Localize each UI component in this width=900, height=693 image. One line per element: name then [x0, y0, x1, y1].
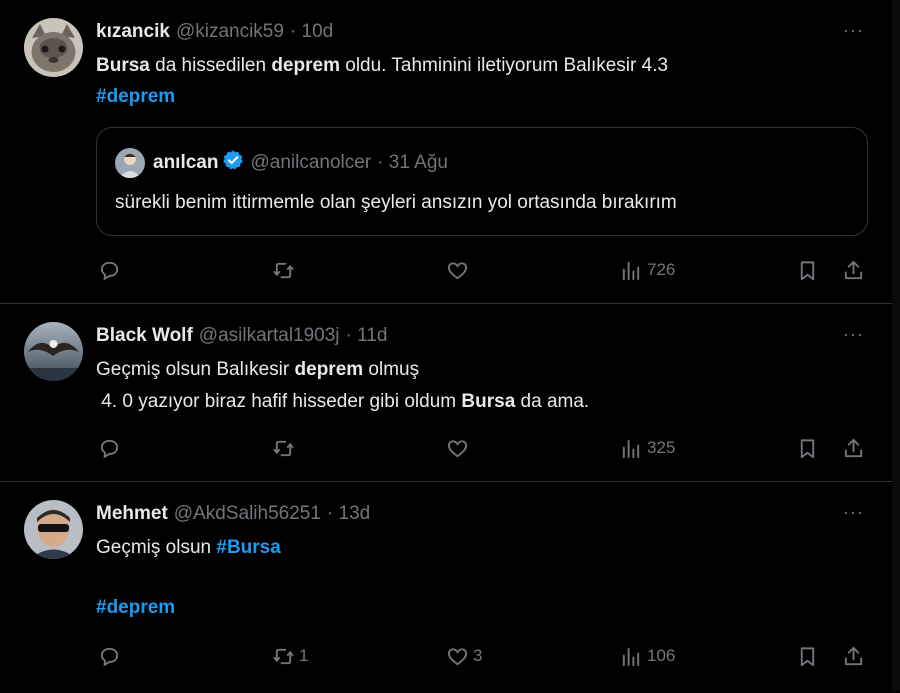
tweet-hashtag-line: #deprem — [96, 592, 175, 623]
reply-button[interactable] — [98, 255, 125, 285]
tweet-text-line-1: Geçmiş olsun #Bursa — [96, 532, 281, 563]
tweet[interactable]: Black Wolf @asilkartal1903j · 11d ··· Ge… — [0, 304, 892, 482]
hashtag-link[interactable]: #Bursa — [216, 537, 280, 558]
person-avatar-image — [115, 148, 145, 178]
hashtag-link[interactable]: #deprem — [96, 86, 175, 107]
keyword-bursa: Bursa — [461, 391, 516, 412]
keyword-deprem: deprem — [294, 359, 364, 380]
tweet-feed: kızancik @kizancik59 · 10d ··· Bursa da … — [0, 0, 892, 691]
person-avatar-image — [24, 500, 83, 559]
tweet-text-line-1: Geçmiş olsun Balıkesir deprem olmuş — [96, 354, 419, 385]
user-handle[interactable]: @AkdSalih56251 — [174, 503, 321, 525]
quoted-display-name[interactable]: anılcan — [153, 152, 218, 174]
timestamp[interactable]: · 13d — [327, 503, 370, 525]
like-button[interactable] — [446, 433, 473, 463]
views-button[interactable]: 106 — [620, 641, 675, 671]
hashtag-link[interactable]: #deprem — [96, 597, 175, 618]
more-icon[interactable]: ··· — [843, 20, 864, 41]
tweet-text-line-2: 4. 0 yazıyor biraz hafif hisseder gibi o… — [96, 386, 589, 417]
tweet-hashtag-line: #deprem — [96, 81, 175, 112]
share-icon — [844, 260, 863, 279]
tweet-text: Bursa da hissedilen deprem oldu. Tahmini… — [96, 50, 668, 81]
reply-icon — [100, 647, 119, 666]
bookmark-icon — [800, 438, 815, 458]
views-icon — [622, 261, 640, 280]
eagle-avatar-image — [24, 322, 83, 381]
views-button[interactable]: 726 — [620, 255, 675, 285]
quoted-tweet-text: sürekli benim ittirmemle olan şeyleri an… — [115, 192, 677, 213]
like-icon — [447, 261, 468, 279]
text-segment: da ama. — [515, 391, 590, 412]
views-count: 325 — [647, 438, 676, 457]
reply-button[interactable] — [98, 641, 125, 671]
views-count: 106 — [647, 646, 676, 665]
share-button[interactable] — [842, 255, 865, 285]
keyword-deprem: deprem — [271, 55, 340, 76]
repost-icon — [273, 648, 294, 664]
views-count: 726 — [647, 260, 676, 279]
bookmark-button[interactable] — [796, 641, 819, 671]
tweet[interactable]: kızancik @kizancik59 · 10d ··· Bursa da … — [0, 0, 892, 304]
share-button[interactable] — [842, 641, 865, 671]
tweet-header: kızancik @kizancik59 · 10d — [96, 21, 333, 43]
reply-icon — [100, 261, 119, 280]
more-icon[interactable]: ··· — [843, 502, 864, 523]
tweet-actions: 1 3 106 — [96, 641, 866, 671]
bookmark-icon — [800, 646, 815, 666]
cat-avatar-image — [24, 18, 83, 77]
views-button[interactable]: 325 — [620, 433, 675, 463]
avatar-black-wolf[interactable] — [24, 322, 83, 381]
timestamp[interactable]: · 11d — [346, 325, 388, 347]
reply-button[interactable] — [98, 433, 125, 463]
tweet-actions: 726 — [96, 255, 866, 285]
user-handle[interactable]: @kizancik59 — [176, 21, 284, 43]
tweet-header: Mehmet @AkdSalih56251 · 13d — [96, 503, 370, 525]
share-icon — [844, 438, 863, 457]
like-icon — [447, 647, 468, 665]
text-segment: Geçmiş olsun Balıkesir — [96, 359, 295, 380]
keyword-bursa: Bursa — [96, 55, 150, 76]
like-button[interactable] — [446, 255, 473, 285]
bookmark-button[interactable] — [796, 433, 819, 463]
repost-button[interactable] — [272, 255, 299, 285]
tweet-header: Black Wolf @asilkartal1903j · 11d — [96, 325, 387, 347]
views-icon — [622, 439, 640, 458]
text-segment: oldu. Tahminini iletiyorum Balıkesir 4.3 — [339, 55, 669, 76]
bookmark-icon — [800, 260, 815, 280]
more-icon[interactable]: ··· — [843, 324, 864, 345]
quoted-tweet-header: anılcan @anilcanolcer · 31 Ağu — [115, 148, 448, 178]
avatar-kizancik[interactable] — [24, 18, 83, 77]
tweet[interactable]: Mehmet @AkdSalih56251 · 13d ··· Geçmiş o… — [0, 482, 892, 693]
text-segment: Geçmiş olsun — [96, 537, 217, 558]
share-button[interactable] — [842, 433, 865, 463]
reply-icon — [100, 439, 119, 458]
like-icon — [447, 439, 468, 457]
repost-icon — [273, 440, 294, 456]
views-icon — [622, 647, 640, 666]
timestamp[interactable]: · 10d — [290, 21, 333, 43]
tweet-actions: 325 — [96, 433, 866, 463]
repost-button[interactable] — [272, 433, 299, 463]
bookmark-button[interactable] — [796, 255, 819, 285]
repost-button[interactable]: 1 — [272, 641, 308, 671]
display-name[interactable]: Mehmet — [96, 503, 168, 525]
quoted-timestamp[interactable]: · 31 Ağu — [377, 152, 448, 174]
verified-badge-icon — [222, 149, 244, 177]
display-name[interactable]: kızancik — [96, 21, 170, 43]
avatar-anilcan[interactable] — [115, 148, 145, 178]
text-segment: da hissedilen — [149, 55, 272, 76]
share-icon — [844, 646, 863, 665]
quoted-tweet[interactable]: anılcan @anilcanolcer · 31 Ağu sürekli b… — [96, 127, 868, 236]
quoted-user-handle[interactable]: @anilcanolcer — [250, 152, 371, 174]
scrollbar[interactable] — [892, 0, 900, 691]
avatar-mehmet[interactable] — [24, 500, 83, 559]
text-segment: olmuş — [363, 359, 420, 380]
like-button[interactable]: 3 — [446, 641, 482, 671]
display-name[interactable]: Black Wolf — [96, 325, 193, 347]
like-count: 3 — [473, 646, 483, 665]
repost-count: 1 — [299, 646, 309, 665]
repost-icon — [273, 262, 294, 278]
text-segment: 4. 0 yazıyor biraz hafif hisseder gibi o… — [96, 391, 462, 412]
user-handle[interactable]: @asilkartal1903j — [199, 325, 340, 347]
